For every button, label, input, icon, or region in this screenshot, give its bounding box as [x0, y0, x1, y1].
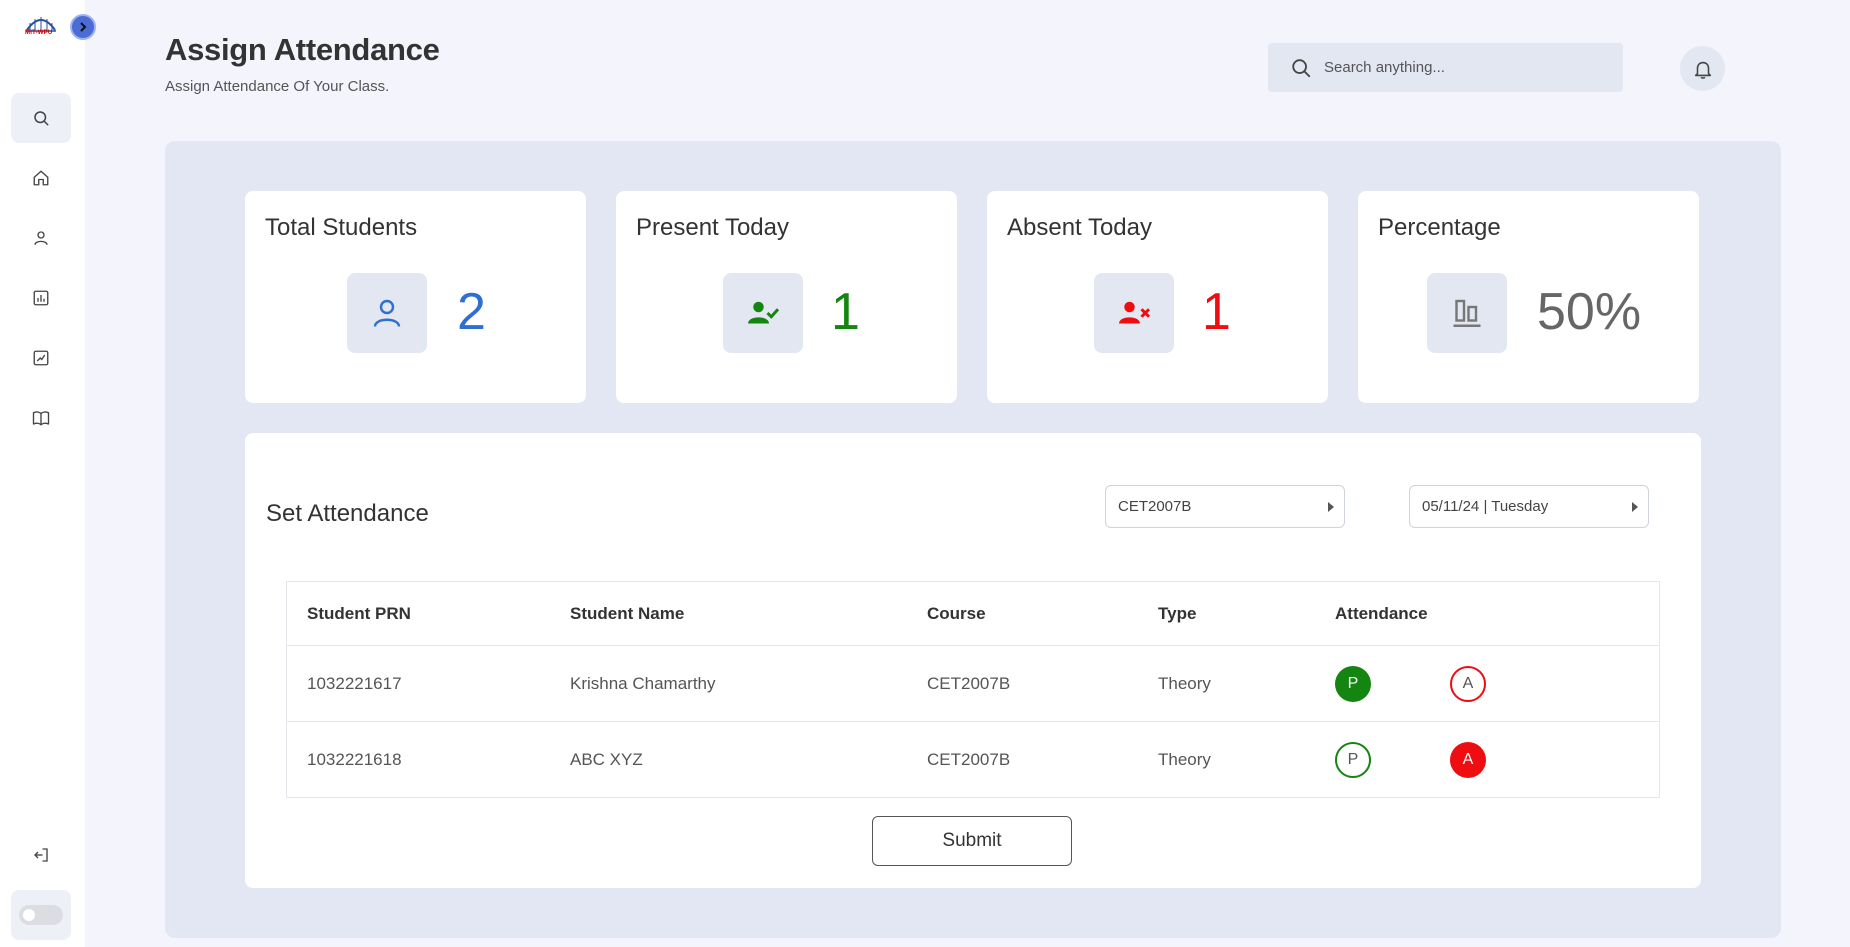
logout-button[interactable] [11, 830, 71, 880]
stat-title: Present Today [636, 214, 789, 241]
table-header-row: Student PRN Student Name Course Type Att… [287, 582, 1659, 646]
bell-icon [1694, 61, 1711, 79]
sidebar: MIT-WPU [0, 0, 85, 947]
toggle-knob [23, 909, 35, 921]
mark-present-button[interactable]: P [1335, 742, 1371, 778]
expand-sidebar-button[interactable] [70, 14, 96, 40]
date-select[interactable]: 05/11/24 | Tuesday [1409, 485, 1649, 528]
logo-text: MIT-WPU [25, 30, 53, 36]
sidebar-item-reports[interactable] [11, 273, 71, 323]
column-header: Attendance [1335, 603, 1428, 623]
table-row: 1032221618 ABC XYZ CET2007B Theory P A [287, 722, 1659, 798]
sidebar-item-home[interactable] [11, 153, 71, 203]
mark-present-button[interactable]: P [1335, 666, 1371, 702]
stat-title: Absent Today [1007, 214, 1152, 241]
course: CET2007B [927, 673, 1011, 693]
stat-icon-box [1094, 273, 1174, 353]
section-title: Set Attendance [266, 500, 429, 527]
user-icon [34, 231, 48, 245]
student-name: Krishna Chamarthy [570, 673, 716, 693]
stat-value: 1 [831, 283, 860, 341]
type: Theory [1158, 673, 1211, 693]
theme-toggle-container [11, 890, 71, 940]
column-header: Course [927, 603, 986, 623]
bar-chart-icon [33, 290, 49, 306]
sidebar-item-courses[interactable] [11, 393, 71, 443]
main-panel: Total Students 2 Present Today 1 Absent … [165, 141, 1781, 938]
stat-icon-box [723, 273, 803, 353]
date-select-value: 05/11/24 | Tuesday [1422, 498, 1549, 515]
student-prn: 1032221617 [307, 673, 402, 693]
user-x-icon [1119, 301, 1151, 324]
submit-button[interactable]: Submit [872, 816, 1072, 866]
column-header: Student Name [570, 603, 685, 623]
mark-absent-button[interactable]: A [1450, 666, 1486, 702]
stat-icon-box [1427, 273, 1507, 353]
user-icon [373, 299, 401, 327]
stat-card-total-students: Total Students 2 [245, 191, 586, 403]
stat-value: 2 [457, 283, 486, 341]
chart-icon [1453, 299, 1481, 327]
home-icon [33, 170, 49, 186]
stat-card-present-today: Present Today 1 [616, 191, 957, 403]
caret-right-icon [1328, 502, 1334, 512]
sidebar-item-profile[interactable] [11, 213, 71, 263]
stat-icon-box [347, 273, 427, 353]
stat-card-percentage: Percentage 50% [1358, 191, 1699, 403]
stat-title: Percentage [1378, 214, 1501, 241]
page-title: Assign Attendance [165, 32, 440, 67]
student-name: ABC XYZ [570, 750, 643, 769]
course: CET2007B [927, 750, 1011, 769]
university-logo [22, 12, 60, 44]
page-subtitle: Assign Attendance Of Your Class. [165, 78, 390, 95]
column-header: Type [1158, 603, 1197, 623]
stat-title: Total Students [265, 214, 418, 241]
search-icon [34, 111, 49, 126]
course-select[interactable]: CET2007B [1105, 485, 1345, 528]
stat-value: 50% [1537, 283, 1642, 341]
column-header: Student PRN [307, 603, 411, 623]
type: Theory [1158, 750, 1211, 769]
search-input[interactable] [1324, 59, 1604, 76]
set-attendance-card: Set Attendance CET2007B 05/11/24 | Tuesd… [245, 433, 1701, 888]
stat-card-absent-today: Absent Today 1 [987, 191, 1328, 403]
mark-absent-button[interactable]: A [1450, 742, 1486, 778]
sidebar-item-analytics[interactable] [11, 333, 71, 383]
student-prn: 1032221618 [307, 750, 402, 769]
line-chart-icon [33, 350, 49, 366]
book-icon [32, 411, 50, 426]
user-check-icon [748, 301, 780, 324]
table-row: 1032221617 Krishna Chamarthy CET2007B Th… [287, 646, 1659, 722]
stat-value: 1 [1202, 283, 1231, 341]
course-select-value: CET2007B [1118, 498, 1192, 515]
theme-toggle[interactable] [19, 905, 63, 925]
logout-icon [34, 848, 48, 862]
chevron-right-icon [80, 22, 87, 32]
notifications-button[interactable] [1680, 46, 1725, 91]
search-icon [1292, 58, 1311, 77]
caret-right-icon [1632, 502, 1638, 512]
search-bar[interactable] [1268, 43, 1623, 92]
sidebar-item-search[interactable] [11, 93, 71, 143]
attendance-table: Student PRN Student Name Course Type Att… [286, 581, 1660, 798]
